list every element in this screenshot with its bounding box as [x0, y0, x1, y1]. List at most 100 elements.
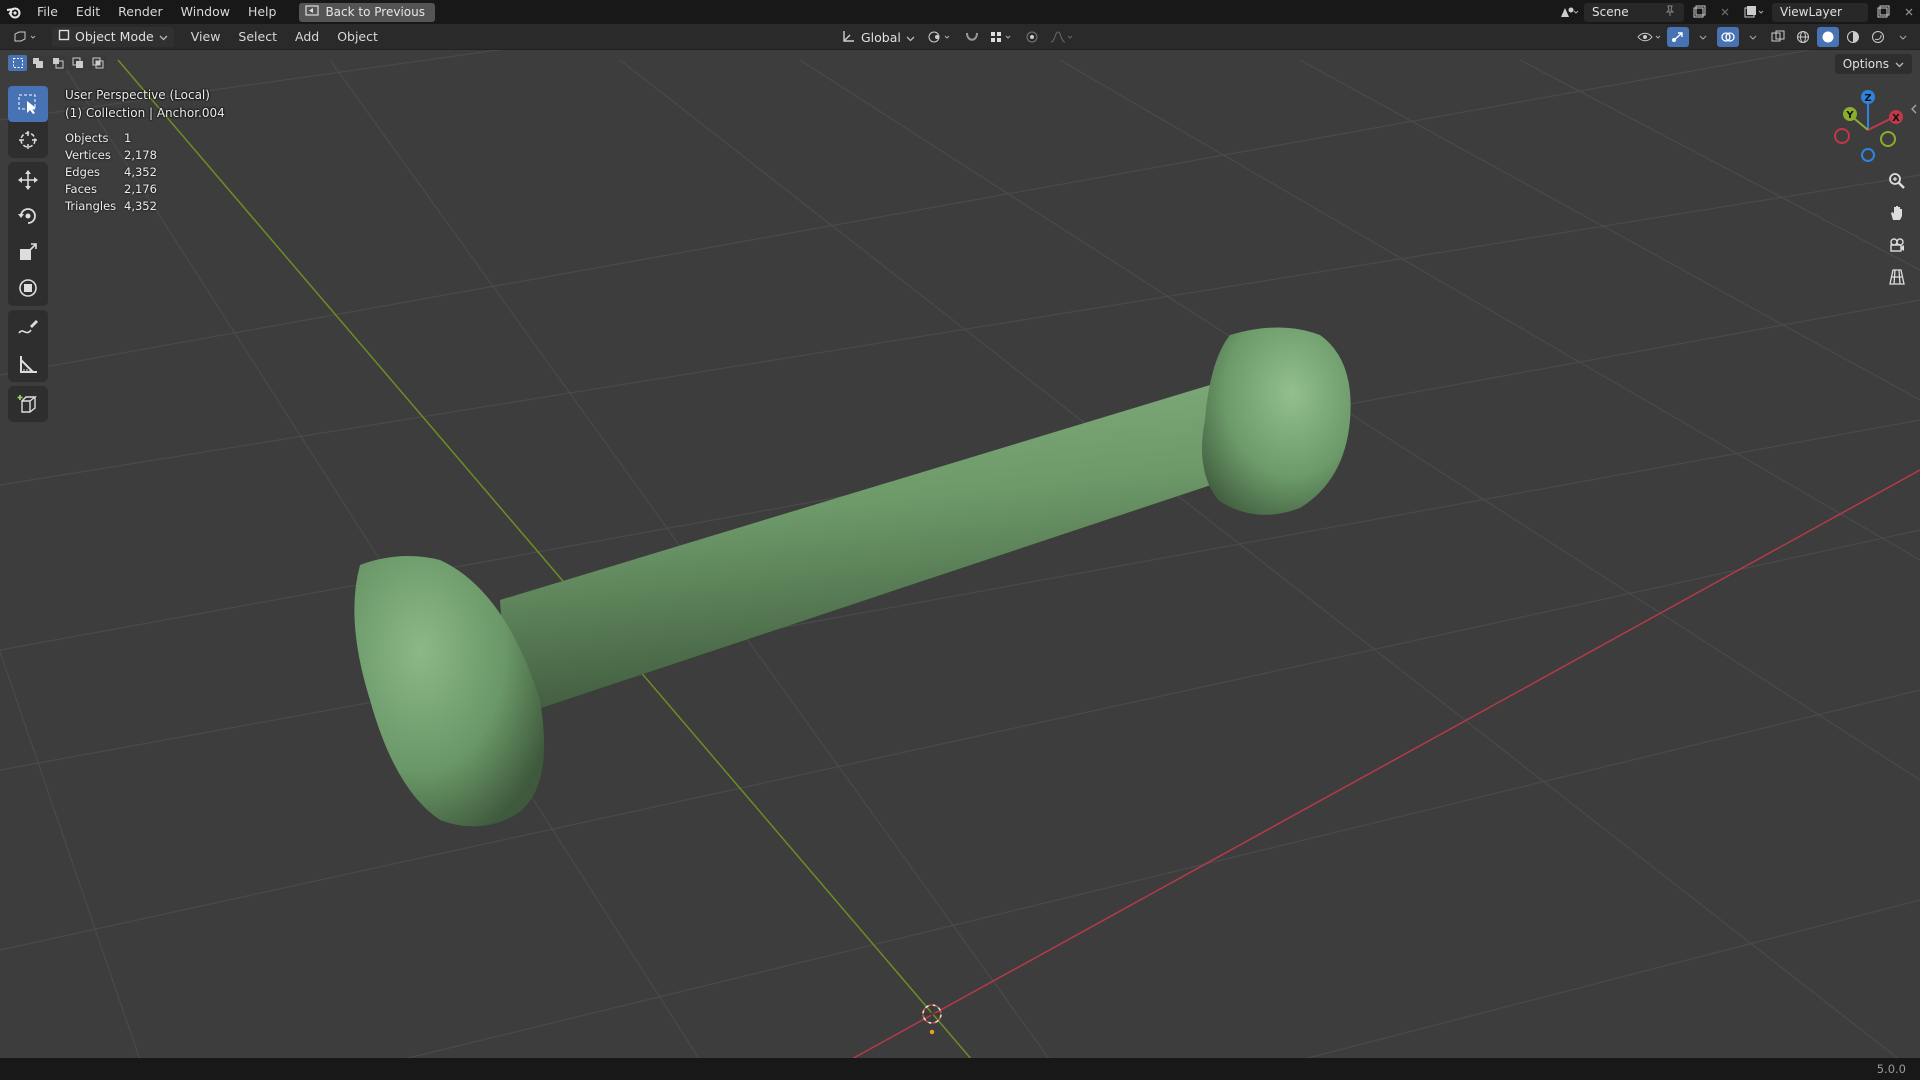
stat-value: 2,178: [124, 148, 157, 162]
editor-type-icon[interactable]: [10, 27, 42, 47]
add-cube-tool-icon[interactable]: [8, 386, 48, 422]
menu-render[interactable]: Render: [109, 0, 172, 24]
stat-value: 4,352: [124, 199, 157, 213]
stat-value: 2,176: [124, 182, 157, 196]
menu-help[interactable]: Help: [239, 0, 286, 24]
select-subtract-icon[interactable]: [48, 55, 67, 71]
header-menu-view[interactable]: View: [182, 29, 230, 44]
transform-tool-icon[interactable]: [8, 270, 48, 306]
x-axis-line: [852, 469, 1920, 1058]
material-preview-icon[interactable]: [1842, 27, 1864, 47]
status-bar: 5.0.0: [0, 1058, 1920, 1080]
move-tool-icon[interactable]: [8, 162, 48, 198]
orientation-label: Global: [861, 29, 901, 45]
screen-back-icon: [305, 5, 320, 19]
navigation-gizmo[interactable]: Z X Y: [1830, 88, 1910, 168]
view-layer-field[interactable]: ViewLayer: [1772, 2, 1868, 22]
gizmo-neg-z-axis[interactable]: [1861, 148, 1875, 162]
workspace-selectors: Scene ViewLayer: [1558, 0, 1920, 24]
solid-shading-icon[interactable]: [1817, 27, 1839, 47]
overlays-toggle-icon[interactable]: [1717, 27, 1739, 47]
falloff-icon[interactable]: [1049, 27, 1075, 47]
orientation-icon: [842, 29, 856, 46]
version-label: 5.0.0: [1876, 1062, 1906, 1076]
new-view-layer-icon[interactable]: [1872, 3, 1894, 22]
snap-target-icon[interactable]: [989, 27, 1015, 47]
menu-file[interactable]: File: [28, 0, 67, 24]
object-mode-icon: [58, 29, 70, 44]
anchor-mesh-object[interactable]: [354, 327, 1351, 827]
tool-shelf: [8, 86, 48, 426]
select-new-icon[interactable]: [8, 55, 27, 71]
rotate-tool-icon[interactable]: [8, 198, 48, 234]
perspective-ortho-grid-icon[interactable]: [1884, 264, 1910, 290]
gizmo-x-label: X: [1892, 113, 1900, 124]
select-box-tool-icon[interactable]: [8, 86, 48, 122]
gizmo-neg-x-axis[interactable]: [1834, 128, 1850, 144]
viewport-header: Object Mode View Select Add Object Globa…: [0, 24, 1920, 50]
zoom-icon[interactable]: [1884, 168, 1910, 194]
select-extend-icon[interactable]: [28, 55, 47, 71]
gizmo-z-label: Z: [1864, 93, 1871, 104]
3d-viewport[interactable]: [0, 50, 1920, 1058]
viewport-grid: [0, 50, 1920, 1058]
transform-orientation-dropdown[interactable]: Global: [836, 27, 921, 47]
stat-row: Faces 2,176: [65, 181, 157, 198]
gizmo-dropdown-icon[interactable]: [1692, 27, 1714, 47]
delete-scene-icon[interactable]: [1714, 3, 1736, 22]
gizmo-toggle-icon[interactable]: [1667, 27, 1689, 47]
navigation-tools: [1884, 168, 1910, 290]
stat-row: Objects 1: [65, 130, 157, 147]
header-menu-object[interactable]: Object: [328, 29, 387, 44]
gizmo-neg-y-axis[interactable]: [1880, 131, 1896, 147]
pin-icon[interactable]: [1664, 5, 1676, 20]
snap-toggle-icon[interactable]: [961, 27, 983, 47]
stat-label: Triangles: [65, 199, 117, 213]
blender-logo-icon[interactable]: [0, 0, 28, 24]
new-scene-icon[interactable]: [1688, 3, 1710, 22]
select-intersect-icon[interactable]: [88, 55, 107, 71]
collection-label: (1) Collection | Anchor.004: [65, 106, 225, 120]
proportional-editing-icon[interactable]: [1021, 27, 1043, 47]
scale-tool-icon[interactable]: [8, 234, 48, 270]
3d-cursor-icon[interactable]: [922, 1004, 942, 1035]
mode-dropdown[interactable]: Object Mode: [52, 26, 174, 47]
camera-view-icon[interactable]: [1884, 232, 1910, 258]
sidebar-toggle-icon[interactable]: [1910, 100, 1918, 119]
header-menu-select[interactable]: Select: [229, 29, 286, 44]
stat-label: Edges: [65, 165, 100, 179]
rendered-shading-icon[interactable]: [1867, 27, 1889, 47]
pivot-point-icon[interactable]: [927, 27, 955, 47]
select-invert-icon[interactable]: [68, 55, 87, 71]
scene-selector-icon[interactable]: [1558, 3, 1580, 22]
scene-name-field[interactable]: Scene: [1584, 2, 1684, 22]
view-layer-selector-icon[interactable]: [1740, 3, 1768, 22]
measure-tool-icon[interactable]: [8, 346, 48, 382]
options-label: Options: [1842, 57, 1889, 71]
visibility-icon[interactable]: [1636, 27, 1664, 47]
viewport-display-tools: [1636, 27, 1914, 47]
back-to-previous-label: Back to Previous: [325, 5, 425, 19]
pan-hand-icon[interactable]: [1884, 200, 1910, 226]
stat-row: Triangles 4,352: [65, 198, 157, 215]
perspective-label: User Perspective (Local): [65, 88, 210, 102]
mode-label: Object Mode: [75, 29, 154, 44]
selection-mode-buttons: [8, 55, 107, 71]
cursor-tool-icon[interactable]: [8, 122, 48, 158]
shading-dropdown-icon[interactable]: [1892, 27, 1914, 47]
delete-view-layer-icon[interactable]: [1898, 3, 1920, 22]
overlays-dropdown-icon[interactable]: [1742, 27, 1764, 47]
xray-toggle-icon[interactable]: [1767, 27, 1789, 47]
back-to-previous-button[interactable]: Back to Previous: [299, 2, 435, 22]
chevron-down-icon: [1895, 57, 1904, 71]
annotate-tool-icon[interactable]: [8, 310, 48, 346]
menu-edit[interactable]: Edit: [67, 0, 109, 24]
options-dropdown[interactable]: Options: [1834, 54, 1912, 74]
stat-label: Vertices: [65, 148, 111, 162]
view-layer-name: ViewLayer: [1780, 5, 1842, 19]
menu-window[interactable]: Window: [172, 0, 239, 24]
gizmo-y-label: Y: [1845, 110, 1854, 121]
wireframe-shading-icon[interactable]: [1792, 27, 1814, 47]
transform-tools: Global: [836, 27, 1075, 47]
header-menu-add[interactable]: Add: [286, 29, 328, 44]
